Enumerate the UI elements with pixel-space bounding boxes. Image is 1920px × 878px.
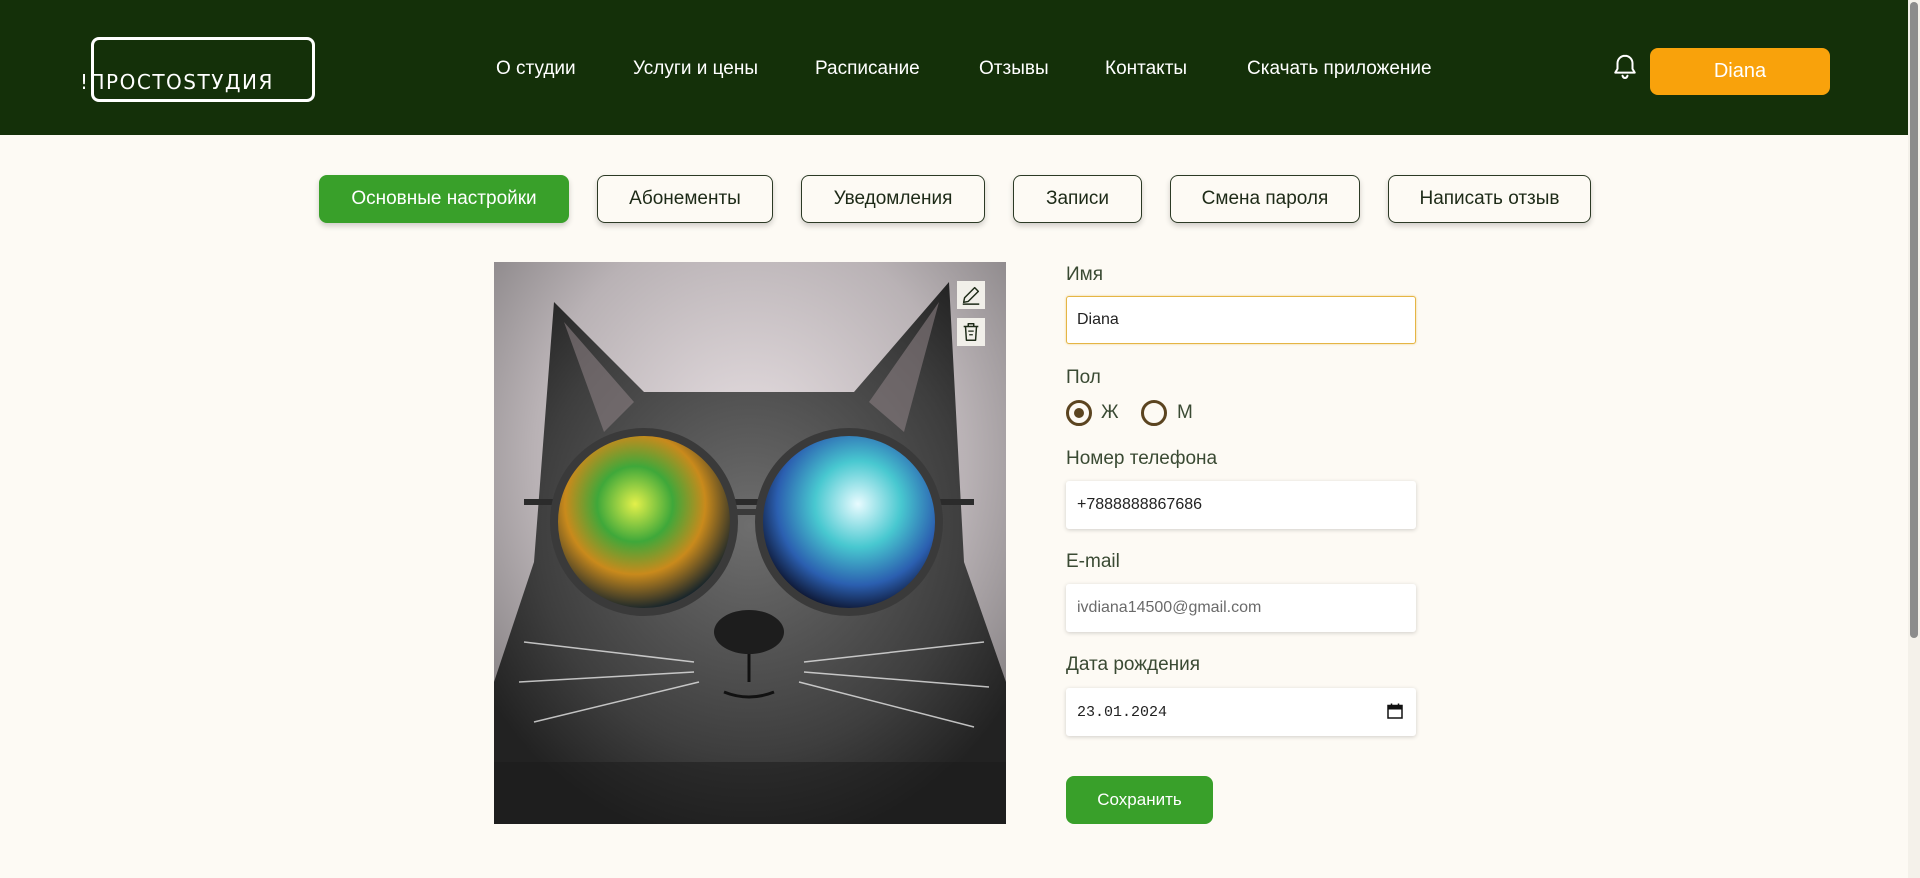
nav-download-app[interactable]: Скачать приложение — [1247, 58, 1432, 80]
tab-notifications[interactable]: Уведомления — [801, 175, 985, 223]
tab-write-review[interactable]: Написать отзыв — [1388, 175, 1591, 223]
radio-selected-dot — [1074, 408, 1084, 418]
phone-input[interactable] — [1066, 481, 1416, 529]
pencil-icon — [962, 286, 980, 305]
nav-services[interactable]: Услуги и цены — [633, 58, 758, 80]
site-header: !ПРОСТОSТУДИЯ О студии Услуги и цены Рас… — [0, 0, 1908, 135]
gender-female-radio[interactable] — [1066, 400, 1092, 426]
edit-photo-button[interactable] — [957, 281, 985, 309]
email-input[interactable] — [1066, 584, 1416, 632]
gender-male-radio[interactable] — [1141, 400, 1167, 426]
profile-photo — [494, 262, 1006, 824]
delete-photo-button[interactable] — [957, 318, 985, 346]
calendar-icon[interactable] — [1387, 703, 1403, 719]
cat-with-glasses-image — [494, 262, 1006, 824]
phone-label: Номер телефона — [1066, 448, 1218, 469]
save-button[interactable]: Сохранить — [1066, 776, 1213, 824]
gender-male-label: М — [1177, 402, 1193, 423]
birthdate-label: Дата рождения — [1066, 654, 1201, 675]
tab-change-password[interactable]: Смена пароля — [1170, 175, 1360, 223]
tab-bookings[interactable]: Записи — [1013, 175, 1142, 223]
gender-female-label: Ж — [1101, 402, 1119, 423]
tab-subscriptions[interactable]: Абонементы — [597, 175, 773, 223]
user-menu-button[interactable]: Diana — [1650, 48, 1830, 95]
name-label: Имя — [1066, 264, 1104, 285]
nav-about[interactable]: О студии — [496, 58, 576, 80]
name-input[interactable] — [1066, 296, 1416, 344]
scrollbar-thumb[interactable] — [1910, 2, 1918, 638]
logo-text[interactable]: !ПРОСТОSТУДИЯ — [80, 70, 274, 94]
nav-contacts[interactable]: Контакты — [1105, 58, 1187, 80]
bell-icon[interactable] — [1610, 52, 1640, 82]
tab-basic-settings[interactable]: Основные настройки — [319, 175, 569, 223]
trash-icon — [963, 323, 979, 341]
email-label: E-mail — [1066, 551, 1120, 572]
gender-label: Пол — [1066, 367, 1101, 388]
nav-schedule[interactable]: Расписание — [815, 58, 920, 80]
nav-reviews[interactable]: Отзывы — [979, 58, 1049, 80]
birthdate-input[interactable] — [1066, 688, 1416, 736]
